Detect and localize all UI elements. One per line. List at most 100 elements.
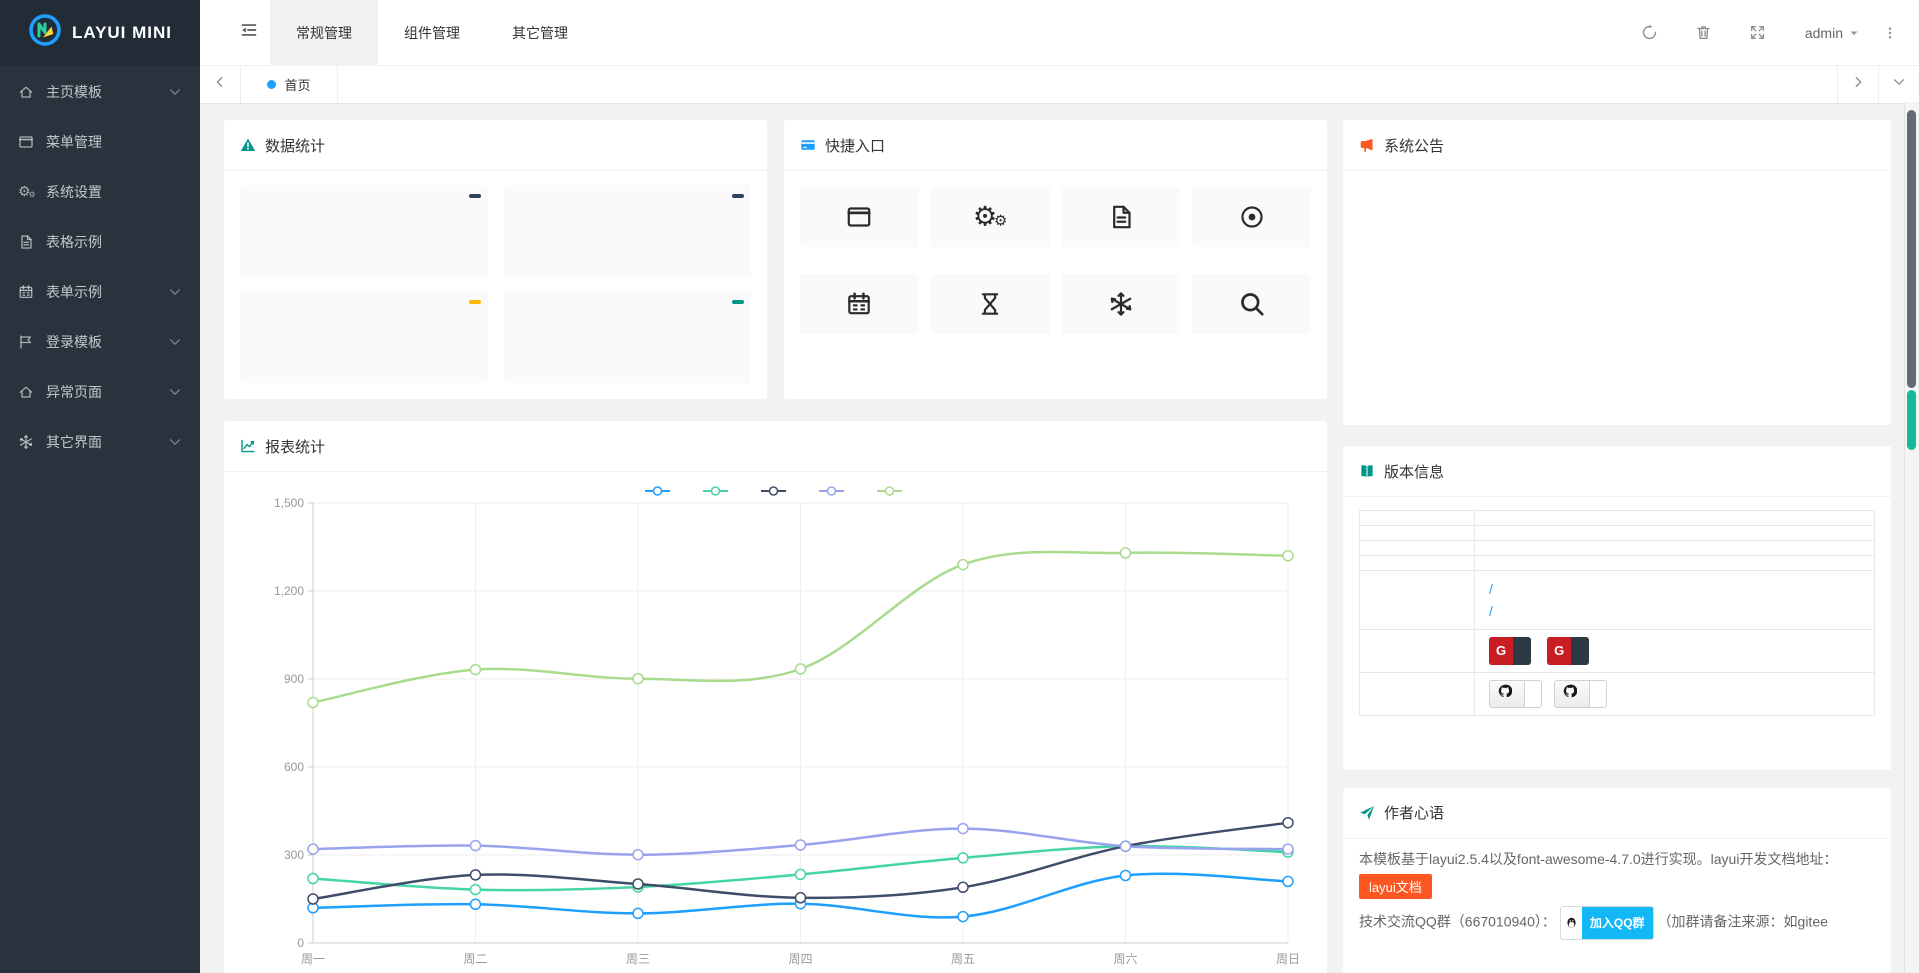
quick-entry[interactable] [1062,274,1181,343]
author-card: 作者心语 本模板基于layui2.5.4以及font-awesome-4.7.0… [1343,788,1891,973]
svg-text:周五: 周五 [951,952,975,966]
layui-doc-badge[interactable]: layui文档 [1359,874,1432,899]
home-icon [18,384,42,400]
qq-suffix: （加群请备注来源：如gitee [1658,913,1828,929]
version-label [1360,526,1475,541]
quick-entry-box[interactable] [800,187,919,247]
legend-item[interactable] [876,485,908,497]
top-tab[interactable]: 其它管理 [486,0,594,65]
sidebar-item[interactable]: 菜单管理 [0,117,200,167]
fullscreen-icon[interactable] [1748,24,1768,41]
sidebar-item-label: 表格示例 [46,232,182,252]
version-card-header: 版本信息 [1343,446,1891,497]
github-badge[interactable] [1554,680,1607,708]
more-vert-icon[interactable] [1883,25,1897,41]
version-cell [1475,541,1875,556]
sidebar: LAYUI MINI 主页模板 菜单管理 ⚙⚙ 系统设置 表格示例 表单示例 登… [0,0,200,973]
sidebar-item[interactable]: 主页模板 [0,67,200,117]
sidebar-item[interactable]: ⚙⚙ 系统设置 [0,167,200,217]
quick-entry[interactable] [1192,187,1311,256]
svg-text:周二: 周二 [463,952,487,966]
report-card-header: 报表统计 [224,421,1327,472]
quick-entry-box[interactable] [1062,187,1181,247]
trash-icon[interactable] [1694,24,1714,41]
version-label [1360,571,1475,630]
logo-text: LAYUI MINI [72,23,172,43]
quick-grid: ⚙⚙ [784,171,1327,359]
chevron-down-icon [1892,75,1906,94]
top-tab[interactable]: 组件管理 [378,0,486,65]
version-label [1360,556,1475,571]
tab-scroll-right-button[interactable] [1837,66,1878,103]
notice-item[interactable] [1359,384,1875,425]
quick-entry[interactable]: ⚙⚙ [931,187,1050,256]
sidebar-item-label: 菜单管理 [46,132,182,152]
logo[interactable]: LAYUI MINI [0,0,200,65]
github-badge[interactable] [1489,680,1542,708]
quick-entry[interactable] [1192,274,1311,343]
sidebar-item[interactable]: 表格示例 [0,217,200,267]
quick-entry[interactable] [1062,187,1181,256]
legend-item[interactable] [702,485,734,497]
quick-entry-box[interactable] [1192,187,1311,247]
quick-entry-box[interactable] [1192,274,1311,334]
legend-item[interactable] [818,485,850,497]
version-cell [1475,511,1875,526]
sidebar-menu: 主页模板 菜单管理 ⚙⚙ 系统设置 表格示例 表单示例 登录模板 异常页面 其它… [0,65,200,973]
gitee-badge[interactable]: G [1547,637,1589,665]
sidebar-item[interactable]: 表单示例 [0,267,200,317]
dot-circle-icon [1238,203,1265,230]
notice-item[interactable] [1359,179,1875,220]
svg-text:900: 900 [284,672,304,686]
tab-home[interactable]: 首页 [241,66,338,103]
quick-entry-box[interactable] [931,274,1050,334]
gitee-icon: G [1547,637,1571,665]
gitee-badge[interactable]: G [1489,637,1531,665]
status-badge [469,194,481,198]
quick-entry-card: 快捷入口 ⚙⚙ [784,120,1327,399]
chevron-down-icon [168,85,182,99]
scrollbar[interactable] [1904,102,1919,973]
quick-entry-box[interactable]: ⚙⚙ [931,187,1050,247]
legend-item[interactable] [760,485,792,497]
sidebar-item[interactable]: 异常页面 [0,367,200,417]
user-dropdown[interactable]: admin [1805,25,1859,41]
legend-item[interactable] [644,485,676,497]
bullhorn-icon [1359,137,1375,153]
quick-entry[interactable] [800,187,919,256]
notice-list [1343,171,1891,425]
chart-line-icon [240,438,256,454]
main-area: 常规管理组件管理其它管理 admin 首页 [200,0,1919,973]
sidebar-item[interactable]: 其它界面 [0,417,200,467]
quick-entry-box[interactable] [800,274,919,334]
caret-down-icon [1849,28,1859,38]
notice-item[interactable] [1359,261,1875,302]
sidebar-item-label: 主页模板 [46,82,168,102]
tab-scroll-left-button[interactable] [200,66,241,103]
tab-strip-filler [338,66,1837,103]
join-qq-badge[interactable]: 加入QQ群 [1560,906,1654,940]
version-cell: / / [1475,571,1875,630]
legend-marker [644,485,671,497]
sidebar-item[interactable]: 登录模板 [0,317,200,367]
quick-entry[interactable] [931,274,1050,343]
notice-item[interactable] [1359,302,1875,343]
file-icon [18,234,42,250]
quick-entry-box[interactable] [1062,274,1181,334]
tab-operations-button[interactable] [1878,66,1919,103]
refresh-icon[interactable] [1640,24,1660,41]
legend-marker [760,485,787,497]
notice-item[interactable] [1359,220,1875,261]
quick-entry[interactable] [800,274,919,343]
scrollbar-thumb-dark[interactable] [1907,110,1916,388]
top-tab[interactable]: 常规管理 [270,0,378,65]
sidebar-item-label: 其它界面 [46,432,168,452]
scrollbar-thumb-green[interactable] [1907,390,1916,450]
notice-card-header: 系统公告 [1343,120,1891,171]
version-cell [1475,526,1875,541]
sidebar-collapse-button[interactable] [228,0,270,65]
stats-card: 数据统计 [224,120,767,399]
file-icon [1107,203,1134,230]
notice-item[interactable] [1359,343,1875,384]
collapse-icon [240,21,258,44]
